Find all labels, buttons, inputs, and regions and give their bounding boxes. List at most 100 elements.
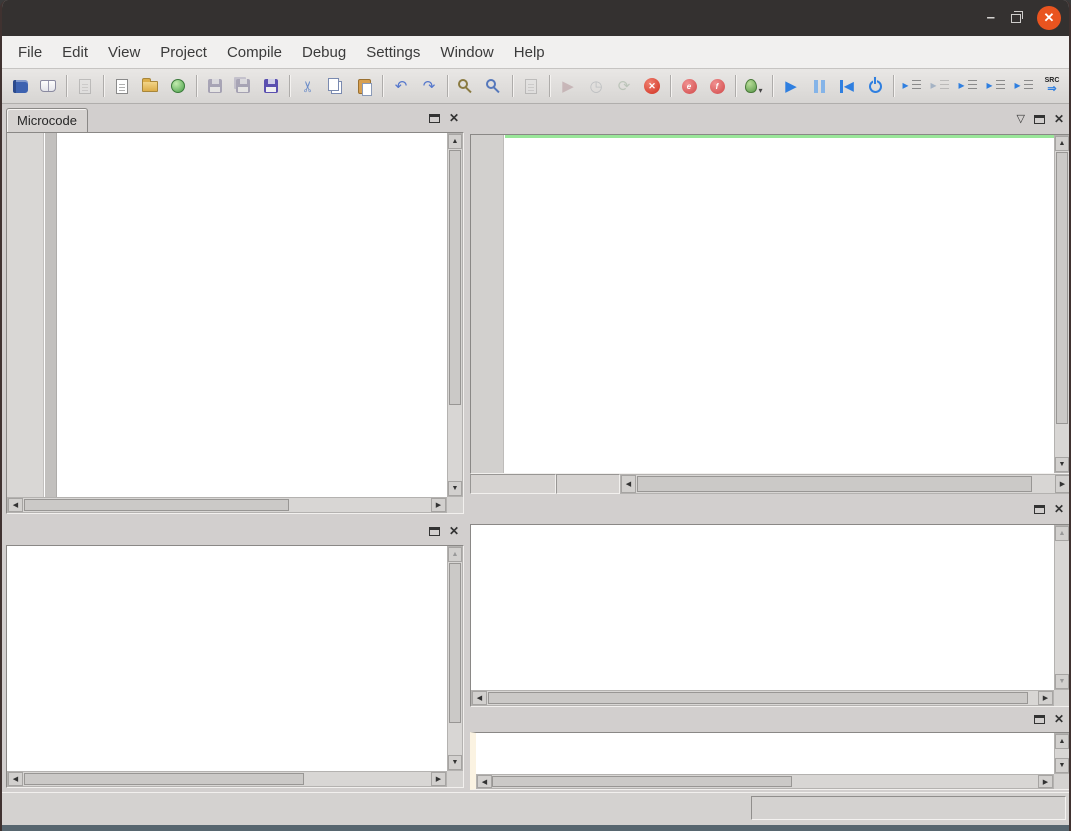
scroll-up-icon[interactable]: ▲ [1055, 734, 1069, 749]
maximize-panel-icon[interactable] [1034, 115, 1045, 124]
vertical-scrollbar[interactable]: ▲ ▼ [447, 546, 463, 771]
scroll-up-icon[interactable]: ▲ [448, 134, 462, 149]
tab-microcode[interactable]: Microcode [6, 108, 88, 132]
run-icon[interactable]: ▶ [778, 73, 804, 99]
next-statement-icon[interactable]: ▸ [983, 73, 1009, 99]
horizontal-scrollbar[interactable]: ◀ ▶ [620, 474, 1071, 494]
new-file-icon[interactable] [109, 73, 135, 99]
scrollbar-thumb[interactable] [1056, 152, 1068, 424]
maximize-panel-icon[interactable] [1034, 505, 1045, 514]
maximize-panel-icon[interactable] [429, 527, 440, 536]
scroll-right-icon[interactable]: ▶ [1038, 775, 1053, 788]
close-button[interactable]: ✕ [1037, 6, 1061, 30]
menu-view[interactable]: View [98, 38, 150, 67]
menu-debug[interactable]: Debug [292, 38, 356, 67]
scroll-up-icon[interactable]: ▲ [448, 547, 462, 562]
scrollbar-thumb[interactable] [637, 476, 1032, 492]
find-icon[interactable] [453, 73, 479, 99]
maximize-panel-icon[interactable] [429, 114, 440, 123]
scroll-down-icon[interactable]: ▼ [1055, 457, 1069, 472]
scrollbar-thumb[interactable] [488, 692, 1028, 704]
restart-run-icon[interactable]: ◀ [834, 73, 860, 99]
horizontal-scrollbar[interactable]: ◀ ▶ [7, 771, 447, 787]
menu-window[interactable]: Window [430, 38, 503, 67]
scroll-left-icon[interactable]: ◀ [477, 775, 492, 788]
code-editor-area[interactable]: ▲ ▼ [470, 134, 1071, 474]
close-panel-icon[interactable]: ✕ [1054, 714, 1064, 724]
close-panel-icon[interactable]: ✕ [1054, 114, 1064, 124]
step-source-icon[interactable]: SRC⇒ [1039, 73, 1065, 99]
reset-iss-icon[interactable]: e [676, 73, 702, 99]
toolbar-separator [103, 75, 104, 97]
menu-compile[interactable]: Compile [217, 38, 292, 67]
restore-button[interactable] [1011, 14, 1021, 23]
toolbar-separator [447, 75, 448, 97]
scroll-down-icon[interactable]: ▼ [448, 481, 462, 496]
menu-edit[interactable]: Edit [52, 38, 98, 67]
scrollbar-thumb[interactable] [24, 773, 304, 785]
close-panel-icon[interactable]: ✕ [449, 113, 459, 123]
scroll-left-icon[interactable]: ◀ [8, 772, 23, 786]
pause-icon[interactable] [806, 73, 832, 99]
restart-iss-icon[interactable]: f [704, 73, 730, 99]
vertical-scrollbar[interactable]: ▲ ▼ [1054, 135, 1070, 473]
scroll-down-icon[interactable]: ▼ [1055, 758, 1069, 773]
stop-icon[interactable]: ✕ [639, 73, 665, 99]
minimize-button[interactable]: – [987, 13, 995, 23]
menu-settings[interactable]: Settings [356, 38, 430, 67]
toolbar-separator [670, 75, 671, 97]
scrollbar-thumb[interactable] [449, 150, 461, 405]
scroll-right-icon[interactable]: ▶ [1038, 691, 1053, 705]
statistics-body[interactable]: ▲ ▼ ◀ ▶ [6, 545, 464, 788]
close-panel-icon[interactable]: ✕ [1054, 504, 1064, 514]
tab-list-dropdown-icon[interactable]: ▽ [1016, 114, 1024, 124]
until-icon[interactable]: ▸ [1011, 73, 1037, 99]
hosted-io-body[interactable]: ▲ ▼ ◀ ▶ [470, 524, 1071, 707]
find-in-files-icon[interactable] [481, 73, 507, 99]
vertical-scrollbar[interactable]: ▲ ▼ [447, 133, 463, 497]
horizontal-scrollbar[interactable]: ◀ ▶ [476, 774, 1054, 789]
line-indicator [470, 474, 556, 494]
scroll-down-icon[interactable]: ▼ [448, 755, 462, 770]
console-panel: ✕ ▲ ▼ ◀ ▶ [470, 708, 1071, 790]
scroll-right-icon[interactable]: ▶ [431, 498, 446, 512]
scrollbar-thumb[interactable] [24, 499, 289, 511]
maximize-panel-icon[interactable] [1034, 715, 1045, 724]
scroll-left-icon[interactable]: ◀ [472, 691, 487, 705]
close-panel-icon[interactable]: ✕ [449, 526, 459, 536]
scroll-up-icon[interactable]: ▲ [1055, 526, 1069, 541]
status-bar [2, 792, 1069, 825]
debug-bug-icon[interactable]: ▾ [741, 73, 767, 99]
scrollbar-thumb[interactable] [492, 776, 792, 787]
menu-file[interactable]: File [8, 38, 52, 67]
console-body[interactable]: ▲ ▼ ◀ ▶ [470, 732, 1071, 790]
sync-project-icon[interactable] [165, 73, 191, 99]
open-book-icon[interactable] [35, 73, 61, 99]
open-file-icon[interactable] [137, 73, 163, 99]
microcode-body[interactable]: ▲ ▼ ◀ ▶ [6, 132, 464, 514]
vertical-scrollbar[interactable]: ▲ ▼ [1054, 525, 1070, 690]
cut-icon[interactable]: ✂ [295, 73, 321, 99]
scroll-right-icon[interactable]: ▶ [431, 772, 446, 786]
step-into-icon[interactable]: ▸ [899, 73, 925, 99]
redo-icon[interactable]: ↷ [416, 73, 442, 99]
paste-icon[interactable] [351, 73, 377, 99]
scroll-left-icon[interactable]: ◀ [621, 475, 636, 493]
scroll-right-icon[interactable]: ▶ [1055, 475, 1070, 493]
editor-status-row: ◀ ▶ [470, 474, 1071, 494]
copy-icon[interactable] [323, 73, 349, 99]
scrollbar-thumb[interactable] [449, 563, 461, 723]
project-book-icon[interactable] [7, 73, 33, 99]
horizontal-scrollbar[interactable]: ◀ ▶ [7, 497, 447, 513]
power-icon[interactable] [862, 73, 888, 99]
horizontal-scrollbar[interactable]: ◀ ▶ [471, 690, 1054, 706]
menu-help[interactable]: Help [504, 38, 555, 67]
step-out-icon[interactable]: ▸ [955, 73, 981, 99]
scroll-down-icon[interactable]: ▼ [1055, 674, 1069, 689]
scroll-left-icon[interactable]: ◀ [8, 498, 23, 512]
vertical-scrollbar[interactable]: ▲ ▼ [1054, 733, 1070, 774]
scroll-up-icon[interactable]: ▲ [1055, 136, 1069, 151]
menu-project[interactable]: Project [150, 38, 217, 67]
undo-icon[interactable]: ↶ [388, 73, 414, 99]
save-as-icon[interactable] [258, 73, 284, 99]
